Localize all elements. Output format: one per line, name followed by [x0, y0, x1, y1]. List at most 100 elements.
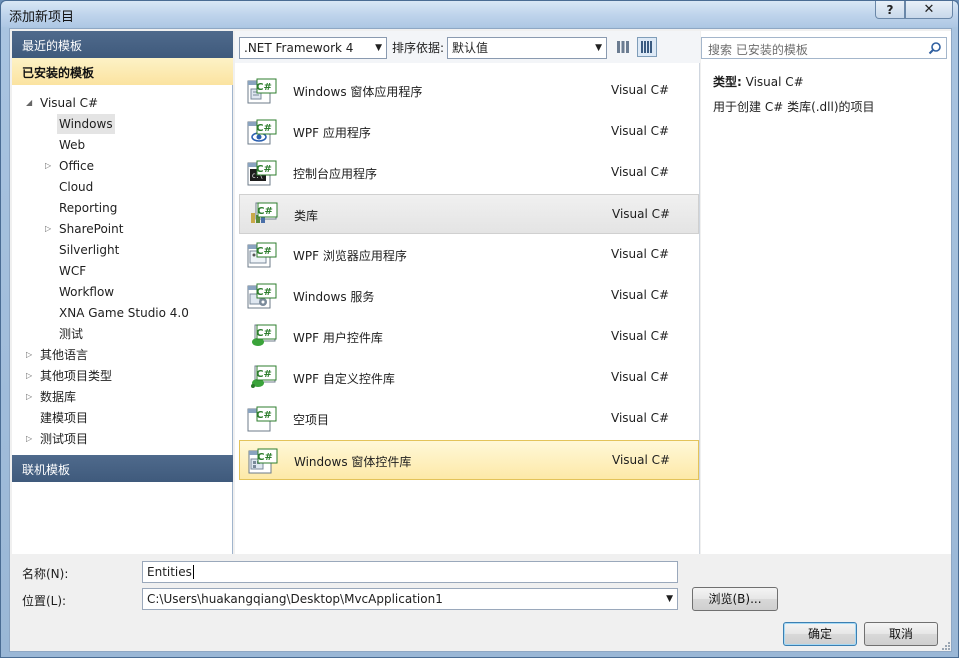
search-box[interactable]: 搜索 已安装的模板 [701, 37, 947, 59]
template-row[interactable]: C# Windows 窗体应用程序 Visual C# [239, 71, 699, 111]
winforms-app-icon: C# [247, 77, 277, 105]
location-field[interactable]: C:\Users\huakangqiang\Desktop\MvcApplica… [142, 588, 678, 610]
template-row[interactable]: C# WPF 浏览器应用程序 Visual C# [239, 235, 699, 275]
tree-expander-icon[interactable]: ▷ [26, 366, 36, 386]
template-category-panel: 最近的模板 已安装的模板 ◢ Visual C# Windows Web ▷ Office… [12, 31, 233, 554]
template-language: Visual C# [611, 83, 670, 97]
tree-item[interactable]: Workflow [59, 282, 114, 302]
name-label: 名称(N): [22, 567, 69, 581]
tree-item[interactable]: 测试项目 [40, 429, 88, 449]
small-icons-view-icon [617, 41, 629, 53]
title-bar[interactable]: 添加新项目 ? ✕ [1, 1, 958, 27]
template-row[interactable]: C# Windows 窗体控件库 Visual C# [239, 440, 699, 480]
resize-grip-icon[interactable] [939, 639, 951, 651]
small-icons-view-button[interactable] [613, 37, 633, 57]
tree-item[interactable]: WCF [59, 261, 86, 281]
class-library-icon: C# [248, 201, 278, 229]
installed-templates-header[interactable]: 已安装的模板 [12, 58, 233, 85]
template-description: 用于创建 C# 类库(.dll)的项目 [713, 100, 875, 114]
chevron-down-icon: ▼ [595, 43, 602, 53]
template-row[interactable]: C# WPF 自定义控件库 Visual C# [239, 358, 699, 398]
tree-item[interactable]: Reporting [59, 198, 117, 218]
wpf-custom-control-icon: C# [247, 364, 277, 392]
template-name: WPF 应用程序 [293, 126, 371, 140]
tree-expander-icon[interactable]: ▷ [26, 345, 36, 365]
tree-item[interactable]: Office [59, 156, 94, 176]
online-templates-header[interactable]: 联机模板 [12, 455, 233, 482]
template-name: Windows 服务 [293, 290, 375, 304]
location-value: C:\Users\huakangqiang\Desktop\MvcApplica… [147, 592, 443, 606]
template-row[interactable]: C# 空项目 Visual C# [239, 399, 699, 439]
tree-item[interactable]: Silverlight [59, 240, 119, 260]
template-language: Visual C# [612, 207, 671, 221]
chevron-down-icon[interactable]: ▼ [666, 589, 673, 609]
cancel-button[interactable]: 取消 [864, 622, 938, 646]
template-toolbar: .NET Framework 4 ▼ 排序依据: 默认值 ▼ [235, 31, 700, 63]
text-cursor [192, 565, 194, 579]
type-value: Visual C# [745, 75, 804, 89]
sort-select[interactable]: 默认值 ▼ [447, 37, 607, 59]
tree-expander-icon[interactable]: ◢ [26, 93, 36, 113]
tree-item[interactable]: XNA Game Studio 4.0 [59, 303, 189, 323]
search-icon[interactable] [928, 41, 942, 55]
template-row[interactable]: C# WPF 用户控件库 Visual C# [239, 317, 699, 357]
browse-button[interactable]: 浏览(B)... [692, 587, 778, 611]
template-type: 类型: Visual C# [713, 73, 804, 90]
tree-item[interactable]: 其他项目类型 [40, 366, 112, 386]
tree-expander-icon[interactable]: ▷ [45, 156, 55, 176]
template-row[interactable]: C# 类库 Visual C# [239, 194, 699, 234]
template-name: 类库 [294, 209, 319, 223]
template-name: 控制台应用程序 [293, 167, 378, 181]
template-language: Visual C# [611, 329, 670, 343]
template-language: Visual C# [611, 165, 670, 179]
sort-label: 排序依据: [392, 41, 445, 55]
template-details-panel: 搜索 已安装的模板 类型: Visual C# 用于创建 C# 类库(.dll)… [701, 31, 951, 554]
svg-text:C#: C# [256, 328, 272, 339]
list-view-button[interactable] [637, 37, 657, 57]
svg-text:C#: C# [256, 410, 272, 421]
template-language: Visual C# [612, 453, 671, 467]
ok-button[interactable]: 确定 [783, 622, 857, 646]
framework-value: .NET Framework 4 [244, 41, 354, 55]
template-row[interactable]: C:\ C# 控制台应用程序 Visual C# [239, 153, 699, 193]
svg-text:C#: C# [256, 369, 272, 380]
tree-item[interactable]: Windows [57, 114, 115, 134]
svg-text:C#: C# [256, 246, 272, 257]
tree-item[interactable]: Visual C# [40, 93, 98, 113]
close-button[interactable]: ✕ [905, 1, 953, 19]
tree-item[interactable]: 测试 [59, 324, 83, 344]
template-language: Visual C# [611, 247, 670, 261]
close-icon: ✕ [923, 2, 935, 17]
winforms-control-library-icon: C# [248, 447, 278, 475]
tree-expander-icon[interactable]: ▷ [26, 387, 36, 407]
type-label: 类型: [713, 75, 742, 89]
tree-item[interactable]: 建模项目 [40, 408, 88, 428]
tree-item[interactable]: 数据库 [40, 387, 76, 407]
framework-select[interactable]: .NET Framework 4 ▼ [239, 37, 387, 59]
add-new-project-dialog: 添加新项目 ? ✕ 最近的模板 已安装的模板 ◢ Visual C# Windows… [0, 0, 959, 658]
tree-item[interactable]: Cloud [59, 177, 93, 197]
search-input[interactable]: 搜索 已安装的模板 [708, 41, 808, 58]
location-label: 位置(L): [22, 594, 67, 608]
tree-expander-icon[interactable]: ▷ [45, 219, 55, 239]
tree-item[interactable]: 其他语言 [40, 345, 88, 365]
sort-value: 默认值 [452, 41, 489, 55]
tree-item[interactable]: Web [59, 135, 85, 155]
svg-text:C#: C# [257, 452, 273, 463]
list-view-icon [641, 41, 652, 53]
chevron-down-icon: ▼ [375, 43, 382, 53]
template-row[interactable]: C# Windows 服务 Visual C# [239, 276, 699, 316]
template-row[interactable]: C# WPF 应用程序 Visual C# [239, 112, 699, 152]
tree-expander-icon[interactable]: ▷ [26, 429, 36, 449]
name-value: Entities [147, 565, 192, 579]
template-name: WPF 浏览器应用程序 [293, 249, 407, 263]
wpf-app-icon: C# [247, 118, 277, 146]
svg-text:C#: C# [256, 164, 272, 175]
recent-templates-header[interactable]: 最近的模板 [12, 31, 233, 58]
help-button[interactable]: ? [875, 1, 905, 19]
name-field[interactable]: Entities [142, 561, 678, 583]
template-language: Visual C# [611, 288, 670, 302]
tree-item[interactable]: SharePoint [59, 219, 123, 239]
wpf-user-control-icon: C# [247, 323, 277, 351]
svg-text:C#: C# [257, 206, 273, 217]
